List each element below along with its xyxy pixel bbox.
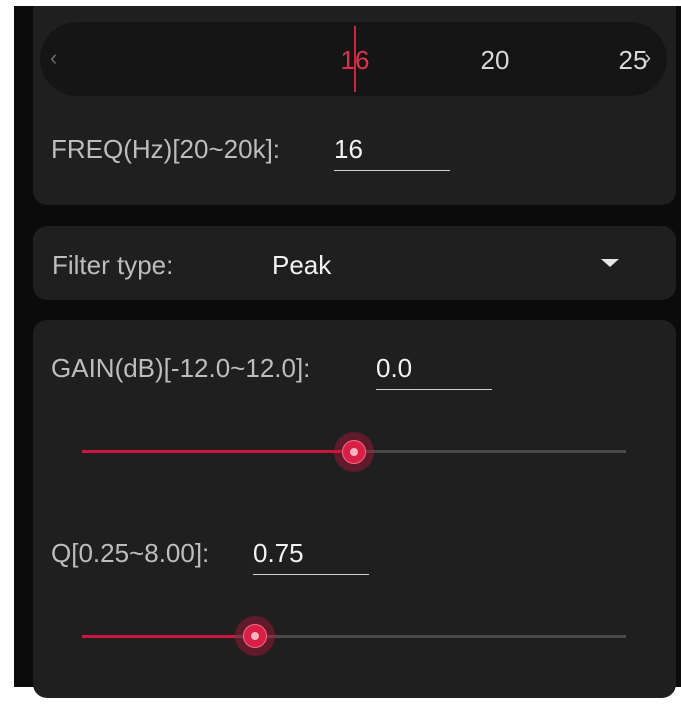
chevron-right-icon[interactable]: › xyxy=(644,22,651,96)
gain-thumb-center xyxy=(350,448,358,456)
frequency-ruler[interactable]: ‹ 16 20 25 › xyxy=(40,22,667,96)
freq-input[interactable]: 16 xyxy=(334,134,450,171)
gain-label: GAIN(dB)[-12.0~12.0]: xyxy=(51,353,311,383)
ruler-tick-20[interactable]: 20 xyxy=(481,22,510,96)
q-input[interactable]: 0.75 xyxy=(253,538,369,575)
gain-slider-fill xyxy=(82,450,354,453)
q-thumb-center xyxy=(251,632,259,640)
filter-type-value[interactable]: Peak xyxy=(272,250,331,281)
ruler-tick-16[interactable]: 16 xyxy=(341,22,370,96)
dropdown-arrow-icon[interactable] xyxy=(601,259,619,267)
q-label: Q[0.25~8.00]: xyxy=(51,538,210,568)
gain-input[interactable]: 0.0 xyxy=(376,353,492,390)
q-slider-thumb[interactable] xyxy=(235,616,275,656)
freq-label: FREQ(Hz)[20~20k]: xyxy=(51,134,281,164)
gain-slider-thumb[interactable] xyxy=(334,432,374,472)
filter-type-label: Filter type: xyxy=(52,250,174,280)
q-slider-fill xyxy=(82,635,236,638)
ruler-tick-25[interactable]: 25 xyxy=(619,22,648,96)
chevron-left-icon[interactable]: ‹ xyxy=(50,22,57,96)
